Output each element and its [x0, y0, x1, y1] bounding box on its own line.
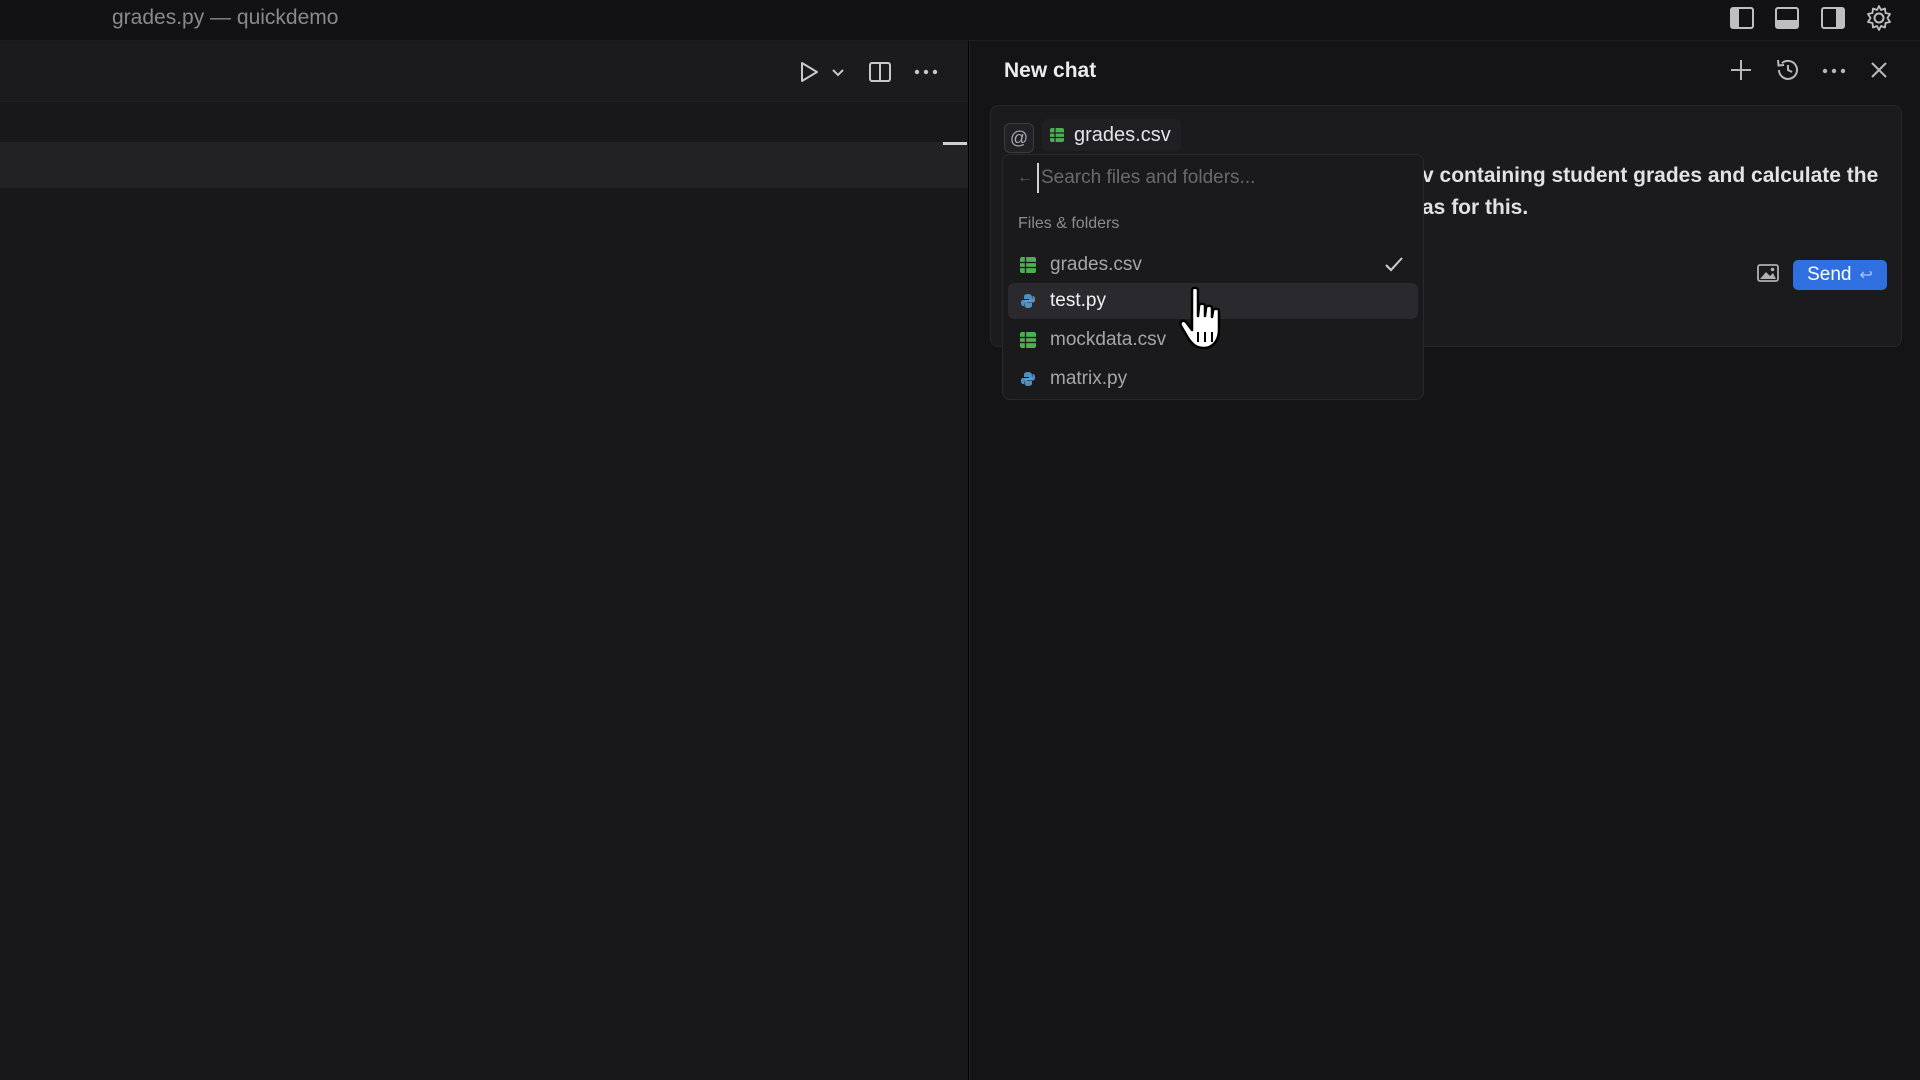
- section-label: Files & folders: [1018, 215, 1120, 232]
- editor-toolbar: [0, 41, 968, 102]
- current-line-highlight: [0, 142, 968, 188]
- hand-cursor-icon: [1179, 286, 1221, 350]
- csv-file-icon: [1020, 332, 1036, 348]
- split-editor-icon[interactable]: [868, 60, 892, 84]
- more-icon[interactable]: [1822, 68, 1846, 74]
- gear-icon[interactable]: [1865, 4, 1893, 32]
- csv-file-icon: [1050, 128, 1064, 142]
- more-icon[interactable]: [914, 69, 938, 75]
- panel-bottom-icon[interactable]: [1773, 4, 1801, 32]
- mention-button[interactable]: @: [1004, 123, 1034, 153]
- send-label: Send: [1807, 264, 1852, 285]
- history-icon[interactable]: [1775, 57, 1801, 83]
- python-file-icon: [1021, 372, 1035, 386]
- sidebar-left-icon[interactable]: [1728, 4, 1756, 32]
- editor-area[interactable]: [0, 0, 968, 1080]
- attached-file-chip[interactable]: grades.csv: [1042, 119, 1181, 151]
- scrollbar-marker[interactable]: [943, 142, 967, 145]
- chevron-down-icon[interactable]: [831, 68, 845, 78]
- play-icon[interactable]: [798, 60, 820, 84]
- send-button[interactable]: Send ↩: [1793, 260, 1887, 290]
- plus-icon[interactable]: [1728, 57, 1754, 83]
- image-icon[interactable]: [1757, 264, 1779, 282]
- title-bar: grades.py — quickdemo: [0, 0, 1920, 41]
- file-search-input[interactable]: [1037, 163, 1401, 193]
- app-window: grades.py — quickdemo New chat @ grades.…: [0, 0, 1920, 1080]
- file-name: matrix.py: [1050, 368, 1128, 389]
- back-arrow-icon[interactable]: ←: [1017, 169, 1033, 187]
- sidebar-right-icon[interactable]: [1819, 4, 1847, 32]
- message-line-1: v containing student grades and calculat…: [1422, 164, 1879, 187]
- file-name: test.py: [1050, 290, 1106, 311]
- file-name: mockdata.csv: [1050, 329, 1167, 350]
- file-item-grades-csv[interactable]: grades.csv: [1008, 247, 1418, 283]
- file-picker-dropdown: ← Files & folders grades.csv test.py: [1002, 154, 1424, 400]
- file-name: grades.csv: [1050, 254, 1142, 275]
- python-file-icon: [1021, 294, 1035, 308]
- attached-file-name: grades.csv: [1074, 123, 1171, 146]
- csv-file-icon: [1020, 257, 1036, 273]
- close-icon[interactable]: [1870, 61, 1888, 79]
- window-title: grades.py — quickdemo: [112, 6, 339, 29]
- at-symbol: @: [1009, 127, 1029, 148]
- file-item-matrix-py[interactable]: matrix.py: [1008, 361, 1418, 397]
- chat-title: New chat: [1004, 59, 1097, 82]
- check-icon: [1385, 257, 1403, 272]
- message-line-2: as for this.: [1422, 196, 1529, 219]
- return-key-icon: ↩: [1859, 267, 1873, 284]
